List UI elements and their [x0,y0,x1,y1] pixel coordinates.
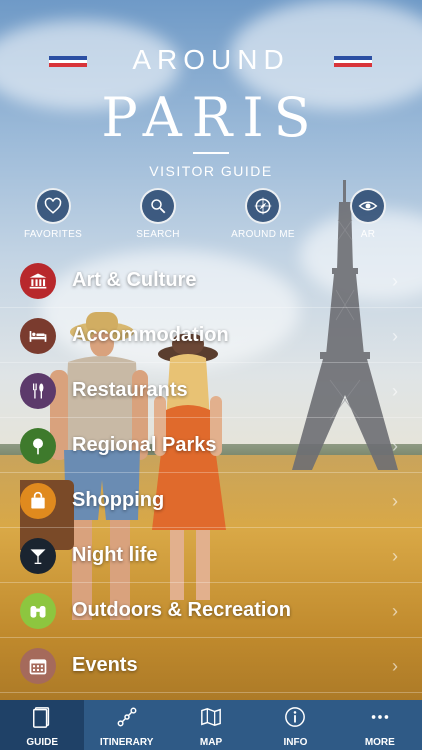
tab-label: MORE [364,737,395,748]
menu-item-label: Regional Parks [72,434,217,456]
bed-icon [20,318,56,354]
tab-label: GUIDE [26,737,59,748]
tab-guide[interactable]: GUIDE [0,700,85,750]
tree-icon [20,428,56,464]
menu-item-label: Shopping [72,489,165,511]
museum-icon [20,263,56,299]
app-subtitle: VISITOR GUIDE [149,163,273,179]
menu-item-label: Restaurants [72,379,188,401]
cocktail-icon [20,538,56,574]
chevron-right-icon: › [392,436,398,456]
title-divider [193,152,229,154]
ar-label: AR [360,229,376,240]
favorites-label: FAVORITES [23,229,83,240]
search-label: SEARCH [136,229,180,240]
more-icon [368,706,392,733]
chevron-right-icon: › [392,326,398,346]
app-title-main: PARIS [101,86,321,149]
book-icon [31,706,53,733]
menu-item-accommodation[interactable]: Accommodation › [0,308,422,363]
menu-item-shopping[interactable]: Shopping › [0,473,422,528]
ar-button[interactable]: AR [328,188,408,240]
menu-item-label: Events [72,654,138,676]
tab-itinerary[interactable]: ITINERARY [84,700,168,750]
menu-item-restaurants[interactable]: Restaurants › [0,363,422,418]
tab-label: ITINERARY [99,737,154,748]
chevron-right-icon: › [392,601,398,621]
chevron-right-icon: › [392,491,398,511]
menu-item-night-life[interactable]: Night life › [0,528,422,583]
menu-item-art-culture[interactable]: Art & Culture › [0,253,422,308]
chevron-right-icon: › [392,381,398,401]
tab-label: INFO [283,737,308,748]
menu-item-label: Night life [72,544,158,566]
chevron-right-icon: › [392,271,398,291]
tab-info[interactable]: INFO [253,700,337,750]
app-screen: AROUND PARIS VISITOR GUIDE FAVORITES SEA… [0,0,422,750]
menu-item-label: Outdoors & Recreation [72,599,291,621]
app-title-top: AROUND [132,44,290,75]
info-icon [284,706,306,733]
eye-icon [350,188,386,224]
menu-item-label: Accommodation [72,324,229,346]
menu-item-regional-parks[interactable]: Regional Parks › [0,418,422,473]
binoculars-icon [20,593,56,629]
map-icon [199,706,223,733]
menu-item-events[interactable]: Events › [0,638,422,693]
chevron-right-icon: › [392,546,398,566]
tab-label: MAP [199,737,223,748]
search-icon [140,188,176,224]
route-icon [116,706,138,733]
category-menu: Art & Culture › Accommodation › Restaura… [0,253,422,693]
heart-icon [35,188,71,224]
calendar-icon [20,648,56,684]
compass-icon [245,188,281,224]
around-me-label: AROUND ME [231,229,295,240]
shopping-bag-icon [20,483,56,519]
cutlery-icon [20,373,56,409]
tab-map[interactable]: MAP [169,700,253,750]
chevron-right-icon: › [392,656,398,676]
bottom-tab-bar: GUIDE ITINERARY MAP INFO MORE [0,700,422,750]
tab-more[interactable]: MORE [338,700,422,750]
menu-item-label: Art & Culture [72,269,197,291]
menu-item-outdoors-recreation[interactable]: Outdoors & Recreation › [0,583,422,638]
around-me-button[interactable]: AROUND ME [223,188,303,240]
favorites-button[interactable]: FAVORITES [13,188,93,240]
search-button[interactable]: SEARCH [118,188,198,240]
